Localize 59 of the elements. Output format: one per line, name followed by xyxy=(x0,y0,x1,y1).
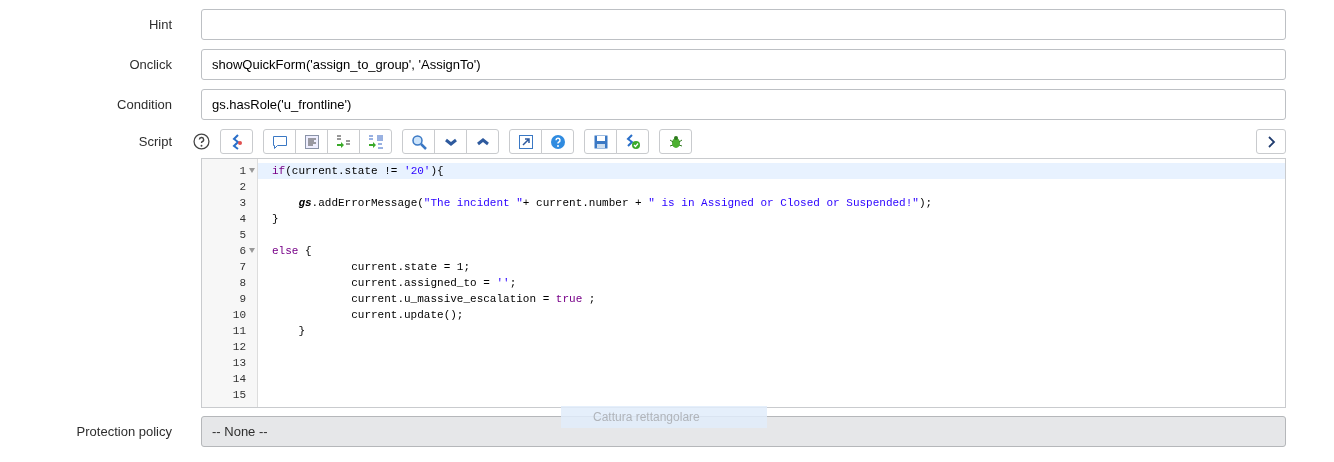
fullscreen-button[interactable] xyxy=(509,129,542,154)
line-number: 4 xyxy=(239,213,246,225)
expand-button[interactable] xyxy=(1256,129,1286,154)
search-button[interactable] xyxy=(402,129,435,154)
fold-icon[interactable] xyxy=(249,167,255,173)
replace-all-icon xyxy=(367,133,384,150)
code-text: } xyxy=(272,213,279,225)
line-number: 7 xyxy=(239,261,246,273)
find-next-button[interactable] xyxy=(434,129,467,154)
tooltip: Cattura rettangolare xyxy=(561,406,767,428)
replace-all-button[interactable] xyxy=(359,129,392,154)
line-number: 8 xyxy=(239,277,246,289)
format-button[interactable] xyxy=(295,129,328,154)
field-label: Onclick xyxy=(128,56,172,74)
text-field[interactable]: showQuickForm('assign_to_group', 'AssignTo') xyxy=(201,49,1286,80)
code-text: else { xyxy=(272,245,312,257)
script-check-icon xyxy=(624,133,641,150)
text-field[interactable]: gs.hasRole('u_frontline') xyxy=(201,89,1286,120)
line-number: 12 xyxy=(232,341,246,353)
field-label: Script xyxy=(137,133,172,151)
line-number: 15 xyxy=(232,389,246,401)
line-number: 9 xyxy=(239,293,246,305)
line-number: 6 xyxy=(239,245,246,257)
line-number: 11 xyxy=(232,325,246,337)
line-number: 1 xyxy=(239,165,246,177)
script-include-button[interactable] xyxy=(220,129,253,154)
code-text: } xyxy=(297,325,305,337)
line-number: 3 xyxy=(239,197,246,209)
fold-icon[interactable] xyxy=(249,247,255,253)
field-label: Condition xyxy=(116,96,172,114)
search-icon xyxy=(410,133,427,150)
code-text: if(current.state != '20'){ xyxy=(272,165,444,177)
help-icon xyxy=(549,133,566,150)
field-label: Hint xyxy=(147,16,172,34)
code-text: current.update(); xyxy=(350,309,464,321)
find-previous-button[interactable] xyxy=(466,129,499,154)
code-text: current.assigned_to = ''; xyxy=(350,277,517,289)
comment-button[interactable] xyxy=(263,129,296,154)
bug-icon xyxy=(667,133,684,150)
validate-button[interactable] xyxy=(616,129,649,154)
code-text: current.state = 1; xyxy=(350,261,471,273)
text-field[interactable] xyxy=(201,9,1286,40)
help-button[interactable] xyxy=(541,129,574,154)
line-number: 2 xyxy=(239,181,246,193)
debug-button[interactable] xyxy=(659,129,692,154)
save-button[interactable] xyxy=(584,129,617,154)
format-icon xyxy=(303,133,320,150)
line-number: 5 xyxy=(239,229,246,241)
code-text: gs.addErrorMessage("The incident "+ current.number + " is in Assigned or Closed or Suspended!"); xyxy=(297,197,933,209)
field-label: Protection policy xyxy=(75,423,172,441)
expand-icon xyxy=(517,133,534,150)
comment-icon xyxy=(271,133,288,150)
replace-icon xyxy=(335,133,352,150)
line-number: 13 xyxy=(232,357,246,369)
line-number: 10 xyxy=(232,309,246,321)
line-number: 14 xyxy=(232,373,246,385)
replace-button[interactable] xyxy=(327,129,360,154)
code-text: current.u_massive_escalation = true ; xyxy=(350,293,596,305)
help-icon[interactable] xyxy=(193,133,210,150)
